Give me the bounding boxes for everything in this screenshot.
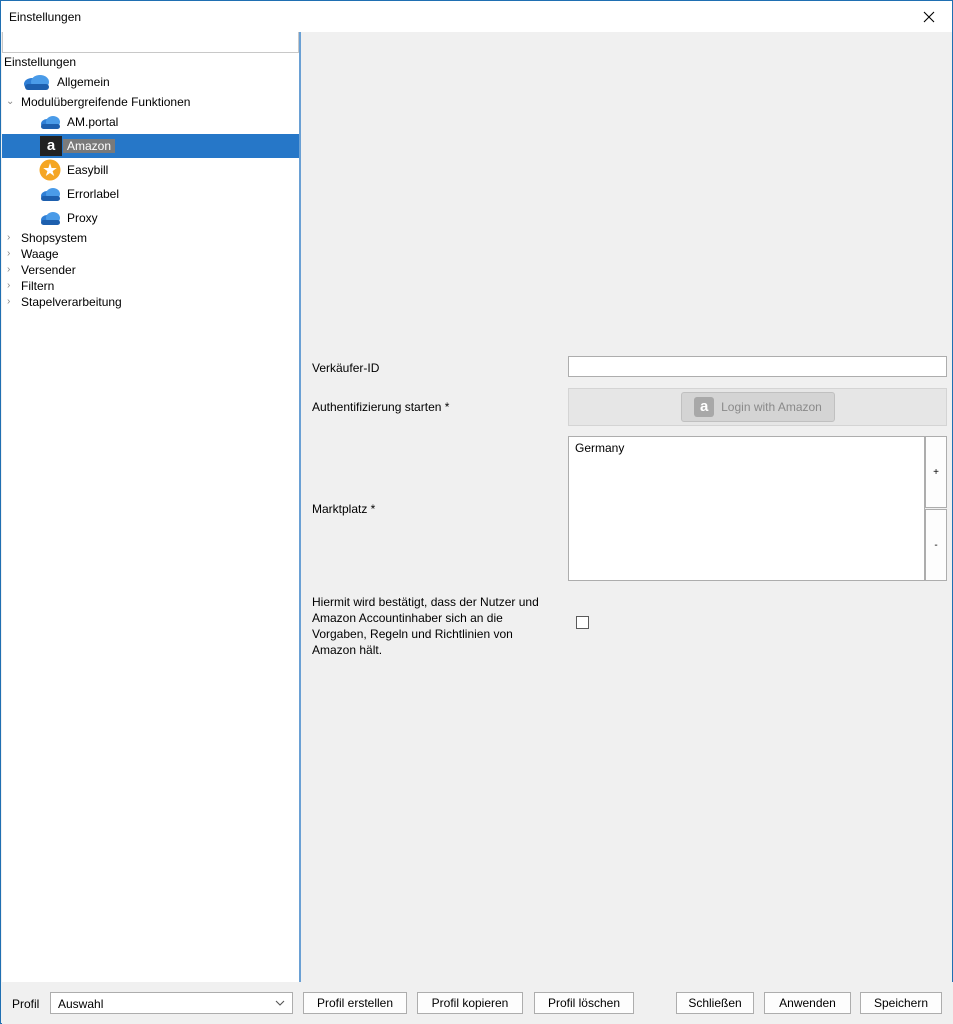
- close-icon: [923, 11, 935, 22]
- seller-id-label: Verkäufer-ID: [312, 361, 380, 375]
- add-marketplace-button[interactable]: +: [925, 436, 947, 508]
- chevron-down-icon[interactable]: ⌄: [6, 94, 16, 110]
- marketplace-list[interactable]: Germany: [568, 436, 925, 581]
- close-button[interactable]: Schließen: [676, 992, 754, 1014]
- chevron-right-icon[interactable]: ›: [7, 294, 17, 310]
- tree-item-waage[interactable]: › Waage: [2, 246, 299, 262]
- chevron-down-icon: [275, 1000, 285, 1006]
- login-with-amazon-button[interactable]: a Login with Amazon: [681, 392, 835, 422]
- easybill-star-icon: [39, 159, 61, 181]
- window-title: Einstellungen: [9, 10, 82, 24]
- tree-item-versender[interactable]: › Versender: [2, 262, 299, 278]
- tree-item-am-portal[interactable]: AM.portal: [2, 110, 299, 134]
- copy-profile-button[interactable]: Profil kopieren: [417, 992, 523, 1014]
- cloud-icon: [41, 212, 60, 225]
- seller-id-input[interactable]: [568, 356, 947, 377]
- cloud-icon: [41, 116, 60, 129]
- tree-item-errorlabel[interactable]: Errorlabel: [2, 182, 299, 206]
- save-button[interactable]: Speichern: [860, 992, 942, 1014]
- cloud-icon: [24, 75, 49, 90]
- tree-item-easybill[interactable]: Easybill: [2, 158, 299, 182]
- settings-window: Einstellungen Einstellungen Allgemein ⌄ …: [0, 0, 953, 1024]
- cloud-icon: [41, 188, 60, 201]
- settings-tree: Einstellungen Allgemein ⌄ Modulübergreif…: [2, 54, 299, 310]
- chevron-right-icon[interactable]: ›: [7, 262, 17, 278]
- login-with-amazon-label: Login with Amazon: [721, 400, 822, 414]
- profile-label: Profil: [12, 997, 40, 1011]
- close-window-button[interactable]: [906, 1, 952, 32]
- tree-item-stapelverarbeitung[interactable]: › Stapelverarbeitung: [2, 294, 299, 310]
- amazon-logo-icon: a: [40, 136, 62, 156]
- auth-container: a Login with Amazon: [568, 388, 947, 426]
- settings-tree-panel: Einstellungen Allgemein ⌄ Modulübergreif…: [2, 32, 301, 982]
- tree-item-allgemein[interactable]: Allgemein: [2, 70, 299, 94]
- profile-select-value: Auswahl: [58, 997, 104, 1011]
- title-bar: Einstellungen: [1, 1, 952, 32]
- tree-item-shopsystem[interactable]: › Shopsystem: [2, 230, 299, 246]
- create-profile-button[interactable]: Profil erstellen: [303, 992, 407, 1014]
- bottom-toolbar: Profil Auswahl Profil erstellen Profil k…: [2, 982, 953, 1024]
- chevron-right-icon[interactable]: ›: [7, 278, 17, 294]
- amazon-policy-confirmation-text: Hiermit wird bestätigt, dass der Nutzer …: [312, 595, 539, 657]
- remove-marketplace-button[interactable]: -: [925, 509, 947, 581]
- tree-item-moduluebergreifende-funktionen[interactable]: ⌄ Modulübergreifende Funktionen: [2, 94, 299, 110]
- tree-item-filtern[interactable]: › Filtern: [2, 278, 299, 294]
- tree-item-amazon[interactable]: a Amazon: [2, 134, 299, 158]
- chevron-right-icon[interactable]: ›: [7, 230, 17, 246]
- amazon-policy-checkbox[interactable]: [576, 616, 589, 629]
- tree-root[interactable]: Einstellungen: [2, 54, 299, 70]
- settings-content-panel: Verkäufer-ID Authentifizierung starten *…: [301, 32, 952, 982]
- amazon-logo-icon: a: [694, 397, 715, 417]
- marketplace-label: Marktplatz *: [312, 502, 376, 516]
- profile-select[interactable]: Auswahl: [50, 992, 293, 1014]
- tree-item-proxy[interactable]: Proxy: [2, 206, 299, 230]
- apply-button[interactable]: Anwenden: [764, 992, 851, 1014]
- chevron-right-icon[interactable]: ›: [7, 246, 17, 262]
- tree-filter-input[interactable]: [2, 32, 299, 53]
- delete-profile-button[interactable]: Profil löschen: [534, 992, 634, 1014]
- auth-label: Authentifizierung starten *: [312, 400, 450, 414]
- marketplace-list-item[interactable]: Germany: [575, 441, 624, 455]
